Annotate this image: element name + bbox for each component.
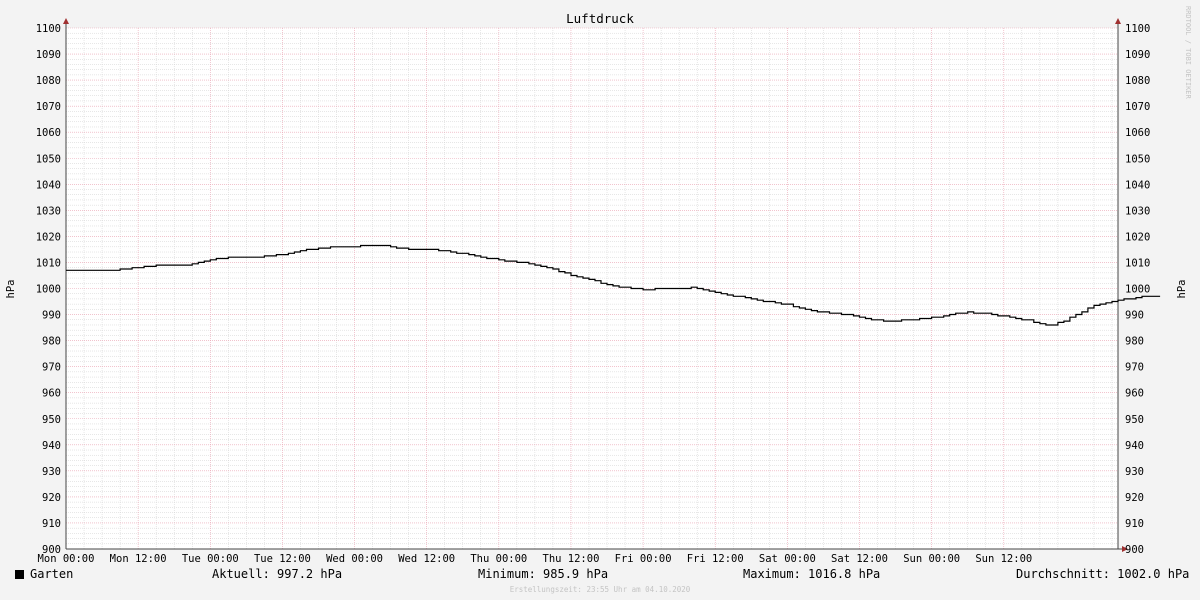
x-tick-label: Thu 12:00	[543, 553, 600, 565]
y-tick-label-left: 1000	[36, 284, 61, 296]
y-tick-label-right: 960	[1125, 388, 1144, 400]
y-axis-label-left: hPa	[5, 280, 17, 299]
y-tick-label-left: 920	[42, 492, 61, 504]
y-tick-label-left: 1100	[36, 23, 61, 35]
y-tick-label-left: 1060	[36, 127, 61, 139]
y-axis-label-right: hPa	[1176, 280, 1188, 299]
x-tick-label: Wed 12:00	[398, 553, 455, 565]
legend-series-name: Garten	[30, 567, 74, 581]
y-tick-label-left: 1010	[36, 257, 61, 269]
rrd-chart-window: 900 900 910 910 920 920 930 930 940 940 950 950 960 9…	[0, 0, 1200, 600]
y-tick-label-right: 1100	[1125, 23, 1150, 35]
y-tick-label-right: 1040	[1125, 179, 1150, 191]
y-tick-label-left: 930	[42, 466, 61, 478]
y-tick-label-right: 990	[1125, 310, 1144, 322]
watermark: RRDTOOL / TOBI OETIKER	[1184, 6, 1192, 100]
y-tick-label-right: 940	[1125, 440, 1144, 452]
y-tick-label-right: 950	[1125, 414, 1144, 426]
y-tick-label-left: 960	[42, 388, 61, 400]
y-tick-label-left: 1090	[36, 49, 61, 61]
x-tick-label: Sun 00:00	[903, 553, 960, 565]
legend-series: Garten	[15, 567, 73, 581]
y-tick-label-right: 1050	[1125, 153, 1150, 165]
y-tick-label-left: 980	[42, 336, 61, 348]
y-tick-label-right: 920	[1125, 492, 1144, 504]
y-tick-label-left: 1040	[36, 179, 61, 191]
x-tick-label: Fri 00:00	[615, 553, 672, 565]
y-tick-label-right: 1030	[1125, 205, 1150, 217]
x-tick-label: Sat 00:00	[759, 553, 816, 565]
legend-minimum: Minimum: 985.9 hPa	[478, 567, 609, 581]
y-tick-label-right: 970	[1125, 362, 1144, 374]
y-tick-label-left: 1070	[36, 101, 61, 113]
creation-timestamp: Erstellungszeit: 23:55 Uhr am 04.10.2020	[509, 585, 691, 594]
y-tick-label-left: 990	[42, 310, 61, 322]
y-tick-label-right: 1060	[1125, 127, 1150, 139]
x-tick-label: Mon 00:00	[38, 553, 95, 565]
pressure-chart: 900 900910 910920 920930 930940 940950 950960 9…	[5, 6, 1192, 565]
x-tick-label: Thu 00:00	[470, 553, 527, 565]
y-tick-label-left: 940	[42, 440, 61, 452]
y-tick-label-right: 1070	[1125, 101, 1150, 113]
x-tick-label: Fri 12:00	[687, 553, 744, 565]
y-tick-label-left: 950	[42, 414, 61, 426]
y-axis-arrow-right	[1115, 18, 1121, 24]
x-tick-label: Sun 12:00	[975, 553, 1032, 565]
y-tick-label-left: 910	[42, 518, 61, 530]
y-tick-label-left: 1080	[36, 75, 61, 87]
y-tick-label-left: 1050	[36, 153, 61, 165]
y-tick-label-right: 930	[1125, 466, 1144, 478]
y-tick-label-right: 1080	[1125, 75, 1150, 87]
y-tick-label-right: 980	[1125, 336, 1144, 348]
legend-current: Aktuell: 997.2 hPa	[212, 567, 343, 581]
x-tick-label: Tue 12:00	[254, 553, 311, 565]
y-tick-label-right: 910	[1125, 518, 1144, 530]
legend-average: Durchschnitt: 1002.0 hPa	[1016, 567, 1190, 581]
y-tick-label-left: 970	[42, 362, 61, 374]
y-tick-label-right: 1010	[1125, 257, 1150, 269]
legend-maximum: Maximum: 1016.8 hPa	[743, 567, 881, 581]
y-tick-label-right: 1090	[1125, 49, 1150, 61]
y-tick-label-right: 1020	[1125, 231, 1150, 243]
y-tick-label-right: 1000	[1125, 284, 1150, 296]
y-tick-label-right: 900	[1125, 544, 1144, 556]
x-tick-label: Mon 12:00	[110, 553, 167, 565]
x-tick-labels: Mon 00:00 Mon 12:00 Tue 00:00 Tue 12:00 Wed …	[38, 553, 1033, 565]
chart-title: Luftdruck	[566, 11, 634, 26]
y-tick-label-left: 1020	[36, 231, 61, 243]
x-tick-label: Sat 12:00	[831, 553, 888, 565]
x-tick-label: Wed 00:00	[326, 553, 383, 565]
x-tick-label: Tue 00:00	[182, 553, 239, 565]
y-axis-arrow-left	[63, 18, 69, 24]
y-tick-label-left: 1030	[36, 205, 61, 217]
legend-swatch	[15, 570, 24, 579]
